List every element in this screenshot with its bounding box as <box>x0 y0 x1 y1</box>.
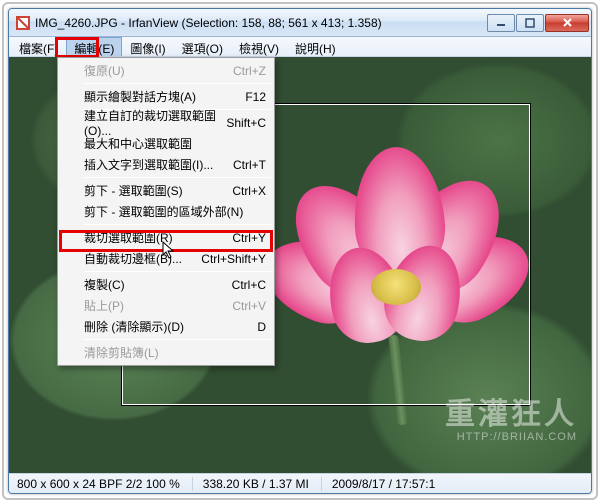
window-buttons <box>487 14 589 32</box>
menu-help[interactable]: 說明(H) <box>287 37 344 56</box>
statusbar: 800 x 600 x 24 BPF 2/2 100 % 338.20 KB /… <box>9 473 591 493</box>
dd-paste[interactable]: 貼上(P)Ctrl+V <box>60 295 272 316</box>
menu-file[interactable]: 檔案(F) <box>11 37 66 56</box>
window-title: IMG_4260.JPG - IrfanView (Selection: 158… <box>35 16 487 30</box>
dd-cut-outside[interactable]: 剪下 - 選取範圍的區域外部(N) <box>60 201 272 222</box>
menubar[interactable]: 檔案(F) 編輯(E) 圖像(I) 選項(O) 檢視(V) 說明(H) <box>9 37 591 57</box>
dd-crop-selection[interactable]: 裁切選取範圍(R)Ctrl+Y <box>60 227 272 248</box>
app-icon <box>15 15 31 31</box>
dd-auto-crop[interactable]: 自動裁切邊框(B)...Ctrl+Shift+Y <box>60 248 272 269</box>
dd-custom-crop[interactable]: 建立自訂的裁切選取範圍(O)...Shift+C <box>60 112 272 133</box>
menu-image[interactable]: 圖像(I) <box>122 37 173 56</box>
separator <box>84 83 271 84</box>
dd-max-center-sel[interactable]: 最大和中心選取範圍 <box>60 133 272 154</box>
status-date: 2009/8/17 / 17:57:1 <box>321 477 435 491</box>
close-button[interactable] <box>545 14 589 32</box>
menu-edit[interactable]: 編輯(E) <box>66 37 122 56</box>
dd-clear-clipboard[interactable]: 清除剪貼簿(L) <box>60 342 272 363</box>
menu-view[interactable]: 檢視(V) <box>231 37 287 56</box>
dd-cut-selection[interactable]: 剪下 - 選取範圍(S)Ctrl+X <box>60 180 272 201</box>
separator <box>84 177 271 178</box>
dd-delete[interactable]: 刪除 (清除顯示)(D)D <box>60 316 272 337</box>
app-window: IMG_4260.JPG - IrfanView (Selection: 158… <box>8 8 592 494</box>
separator <box>84 271 271 272</box>
separator <box>84 224 271 225</box>
separator <box>84 339 271 340</box>
edit-dropdown[interactable]: 復原(U)Ctrl+Z 顯示繪製對話方塊(A)F12 建立自訂的裁切選取範圍(O… <box>57 57 275 366</box>
screenshot-frame: IMG_4260.JPG - IrfanView (Selection: 158… <box>2 2 598 500</box>
dd-copy[interactable]: 複製(C)Ctrl+C <box>60 274 272 295</box>
status-dimensions: 800 x 600 x 24 BPF 2/2 100 % <box>17 477 180 491</box>
maximize-button[interactable] <box>516 14 544 32</box>
menu-options[interactable]: 選項(O) <box>174 37 231 56</box>
status-filesize: 338.20 KB / 1.37 MI <box>192 477 309 491</box>
dd-insert-text[interactable]: 插入文字到選取範圍(I)...Ctrl+T <box>60 154 272 175</box>
minimize-button[interactable] <box>487 14 515 32</box>
titlebar[interactable]: IMG_4260.JPG - IrfanView (Selection: 158… <box>9 9 591 37</box>
dd-paint-dialog[interactable]: 顯示繪製對話方塊(A)F12 <box>60 86 272 107</box>
dd-undo[interactable]: 復原(U)Ctrl+Z <box>60 60 272 81</box>
